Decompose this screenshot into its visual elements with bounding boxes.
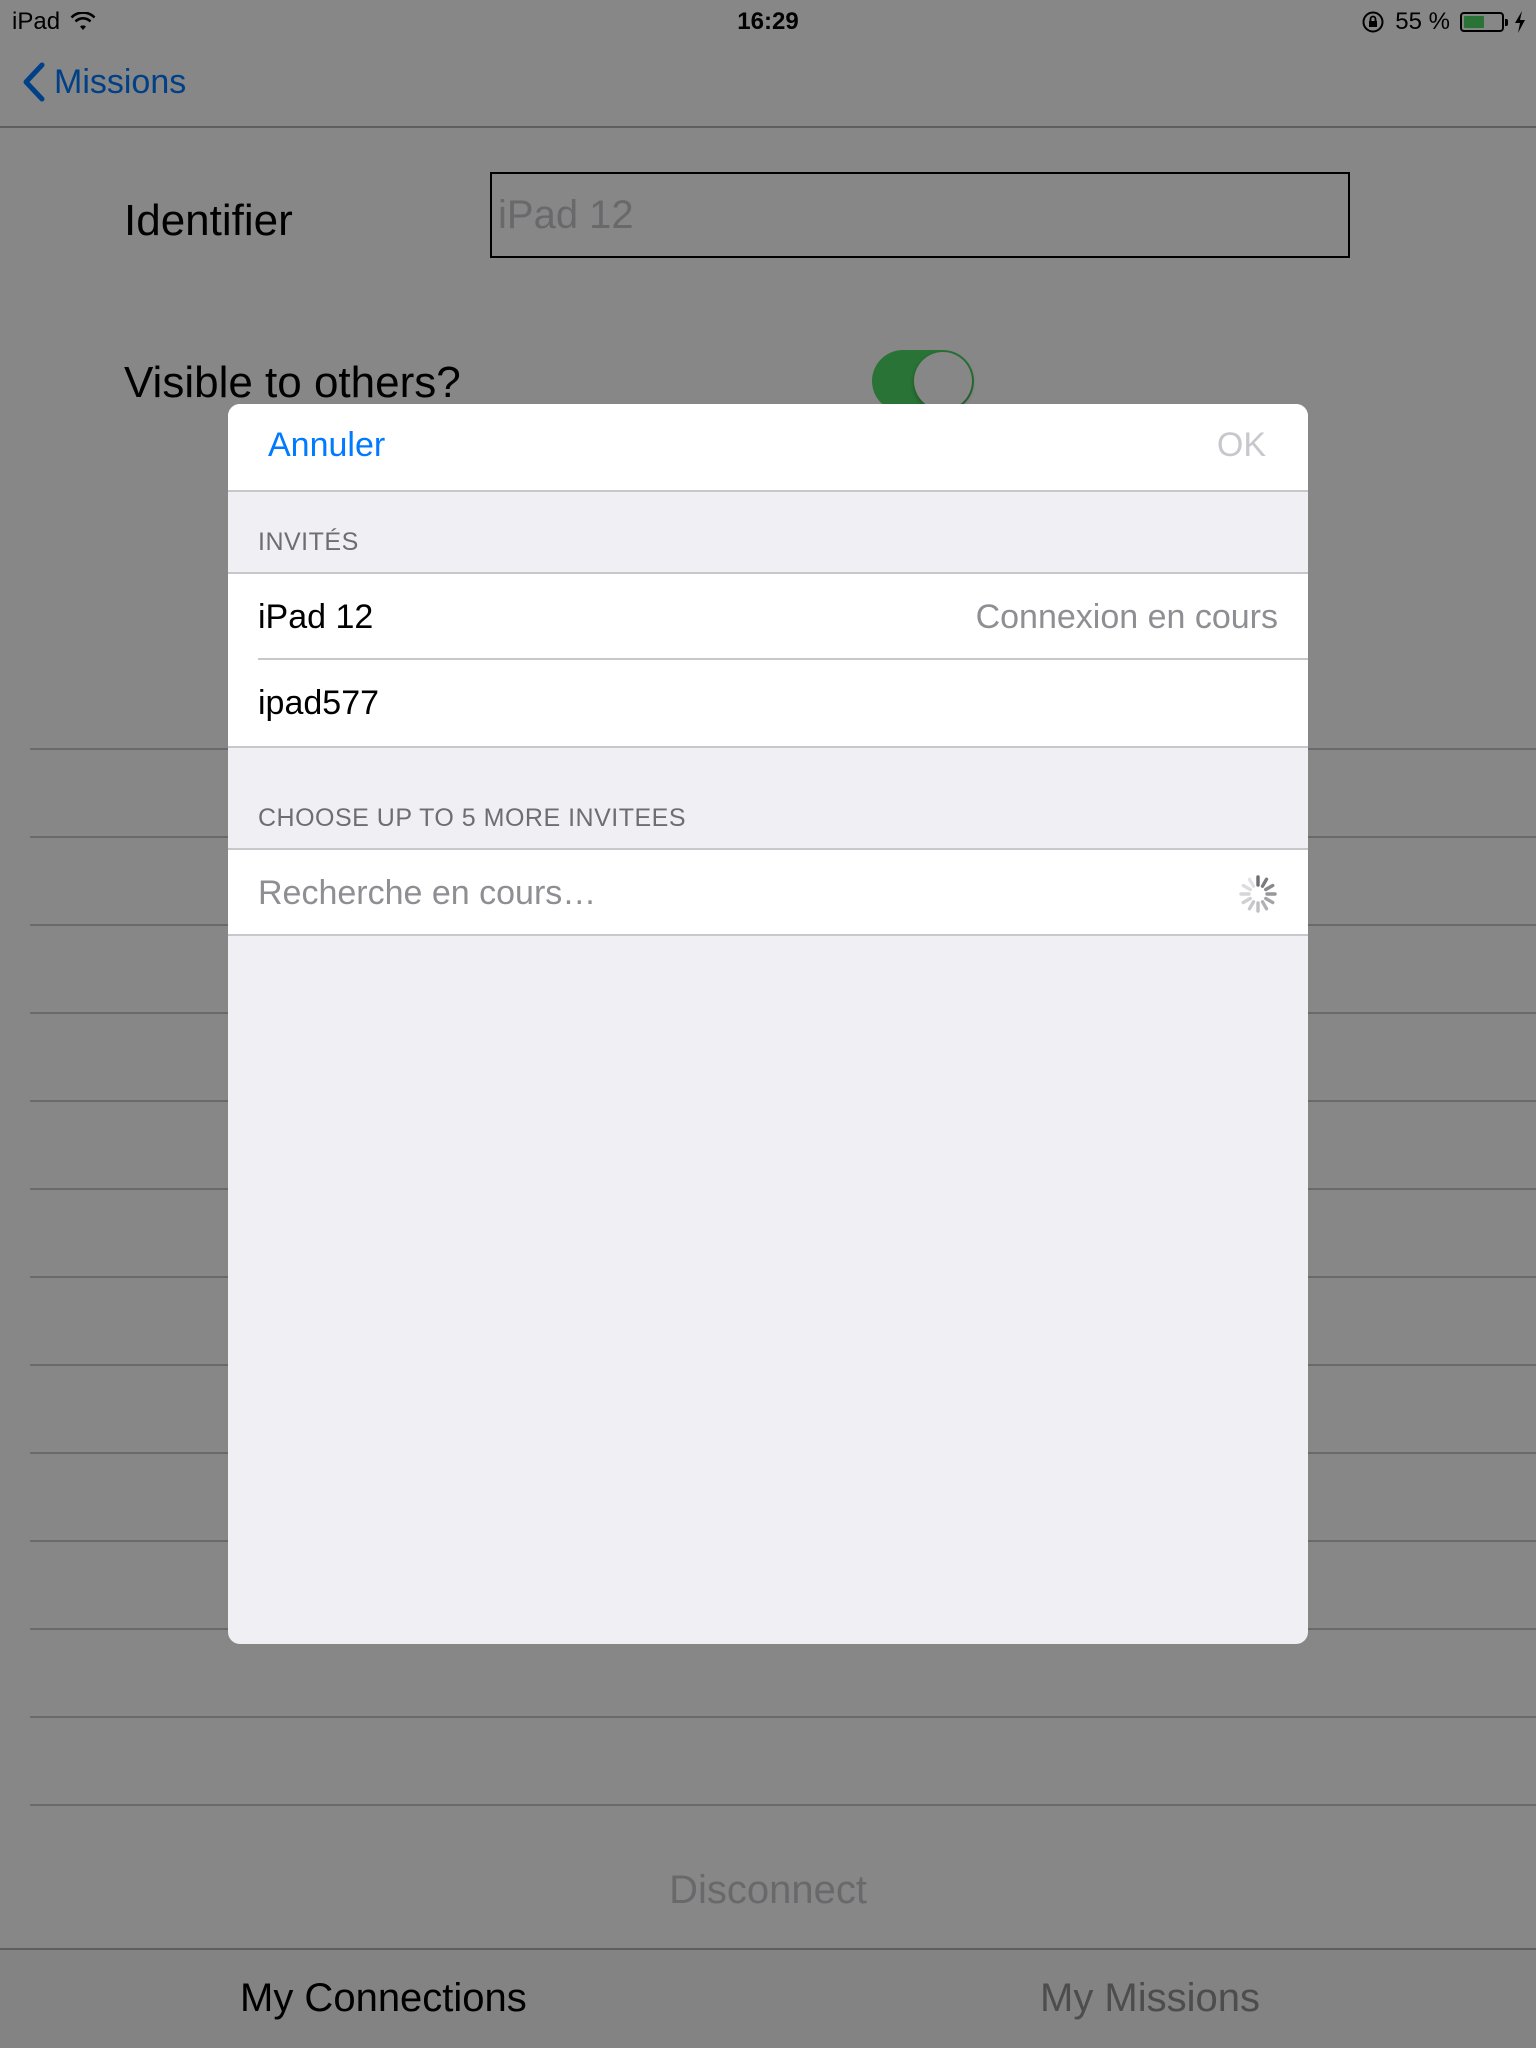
choose-section-header: CHOOSE UP TO 5 MORE INVITEES [258, 804, 686, 832]
invite-modal: Annuler OK INVITÉS iPad 12 Connexion en … [228, 404, 1308, 1644]
invitee-status: Connexion en cours [975, 598, 1278, 636]
cancel-button[interactable]: Annuler [268, 426, 385, 465]
invitee-name: iPad 12 [258, 598, 374, 636]
invitee-row[interactable]: ipad577 [228, 660, 1308, 748]
searching-row: Recherche en cours… [228, 848, 1308, 936]
modal-header: Annuler OK [228, 404, 1308, 492]
searching-label: Recherche en cours… [258, 874, 597, 912]
ok-button[interactable]: OK [1217, 426, 1266, 465]
invitee-name: ipad577 [258, 684, 380, 722]
activity-spinner-icon [1239, 875, 1277, 913]
invitee-row[interactable]: iPad 12 Connexion en cours [228, 572, 1308, 660]
invited-section-header: INVITÉS [258, 528, 359, 556]
